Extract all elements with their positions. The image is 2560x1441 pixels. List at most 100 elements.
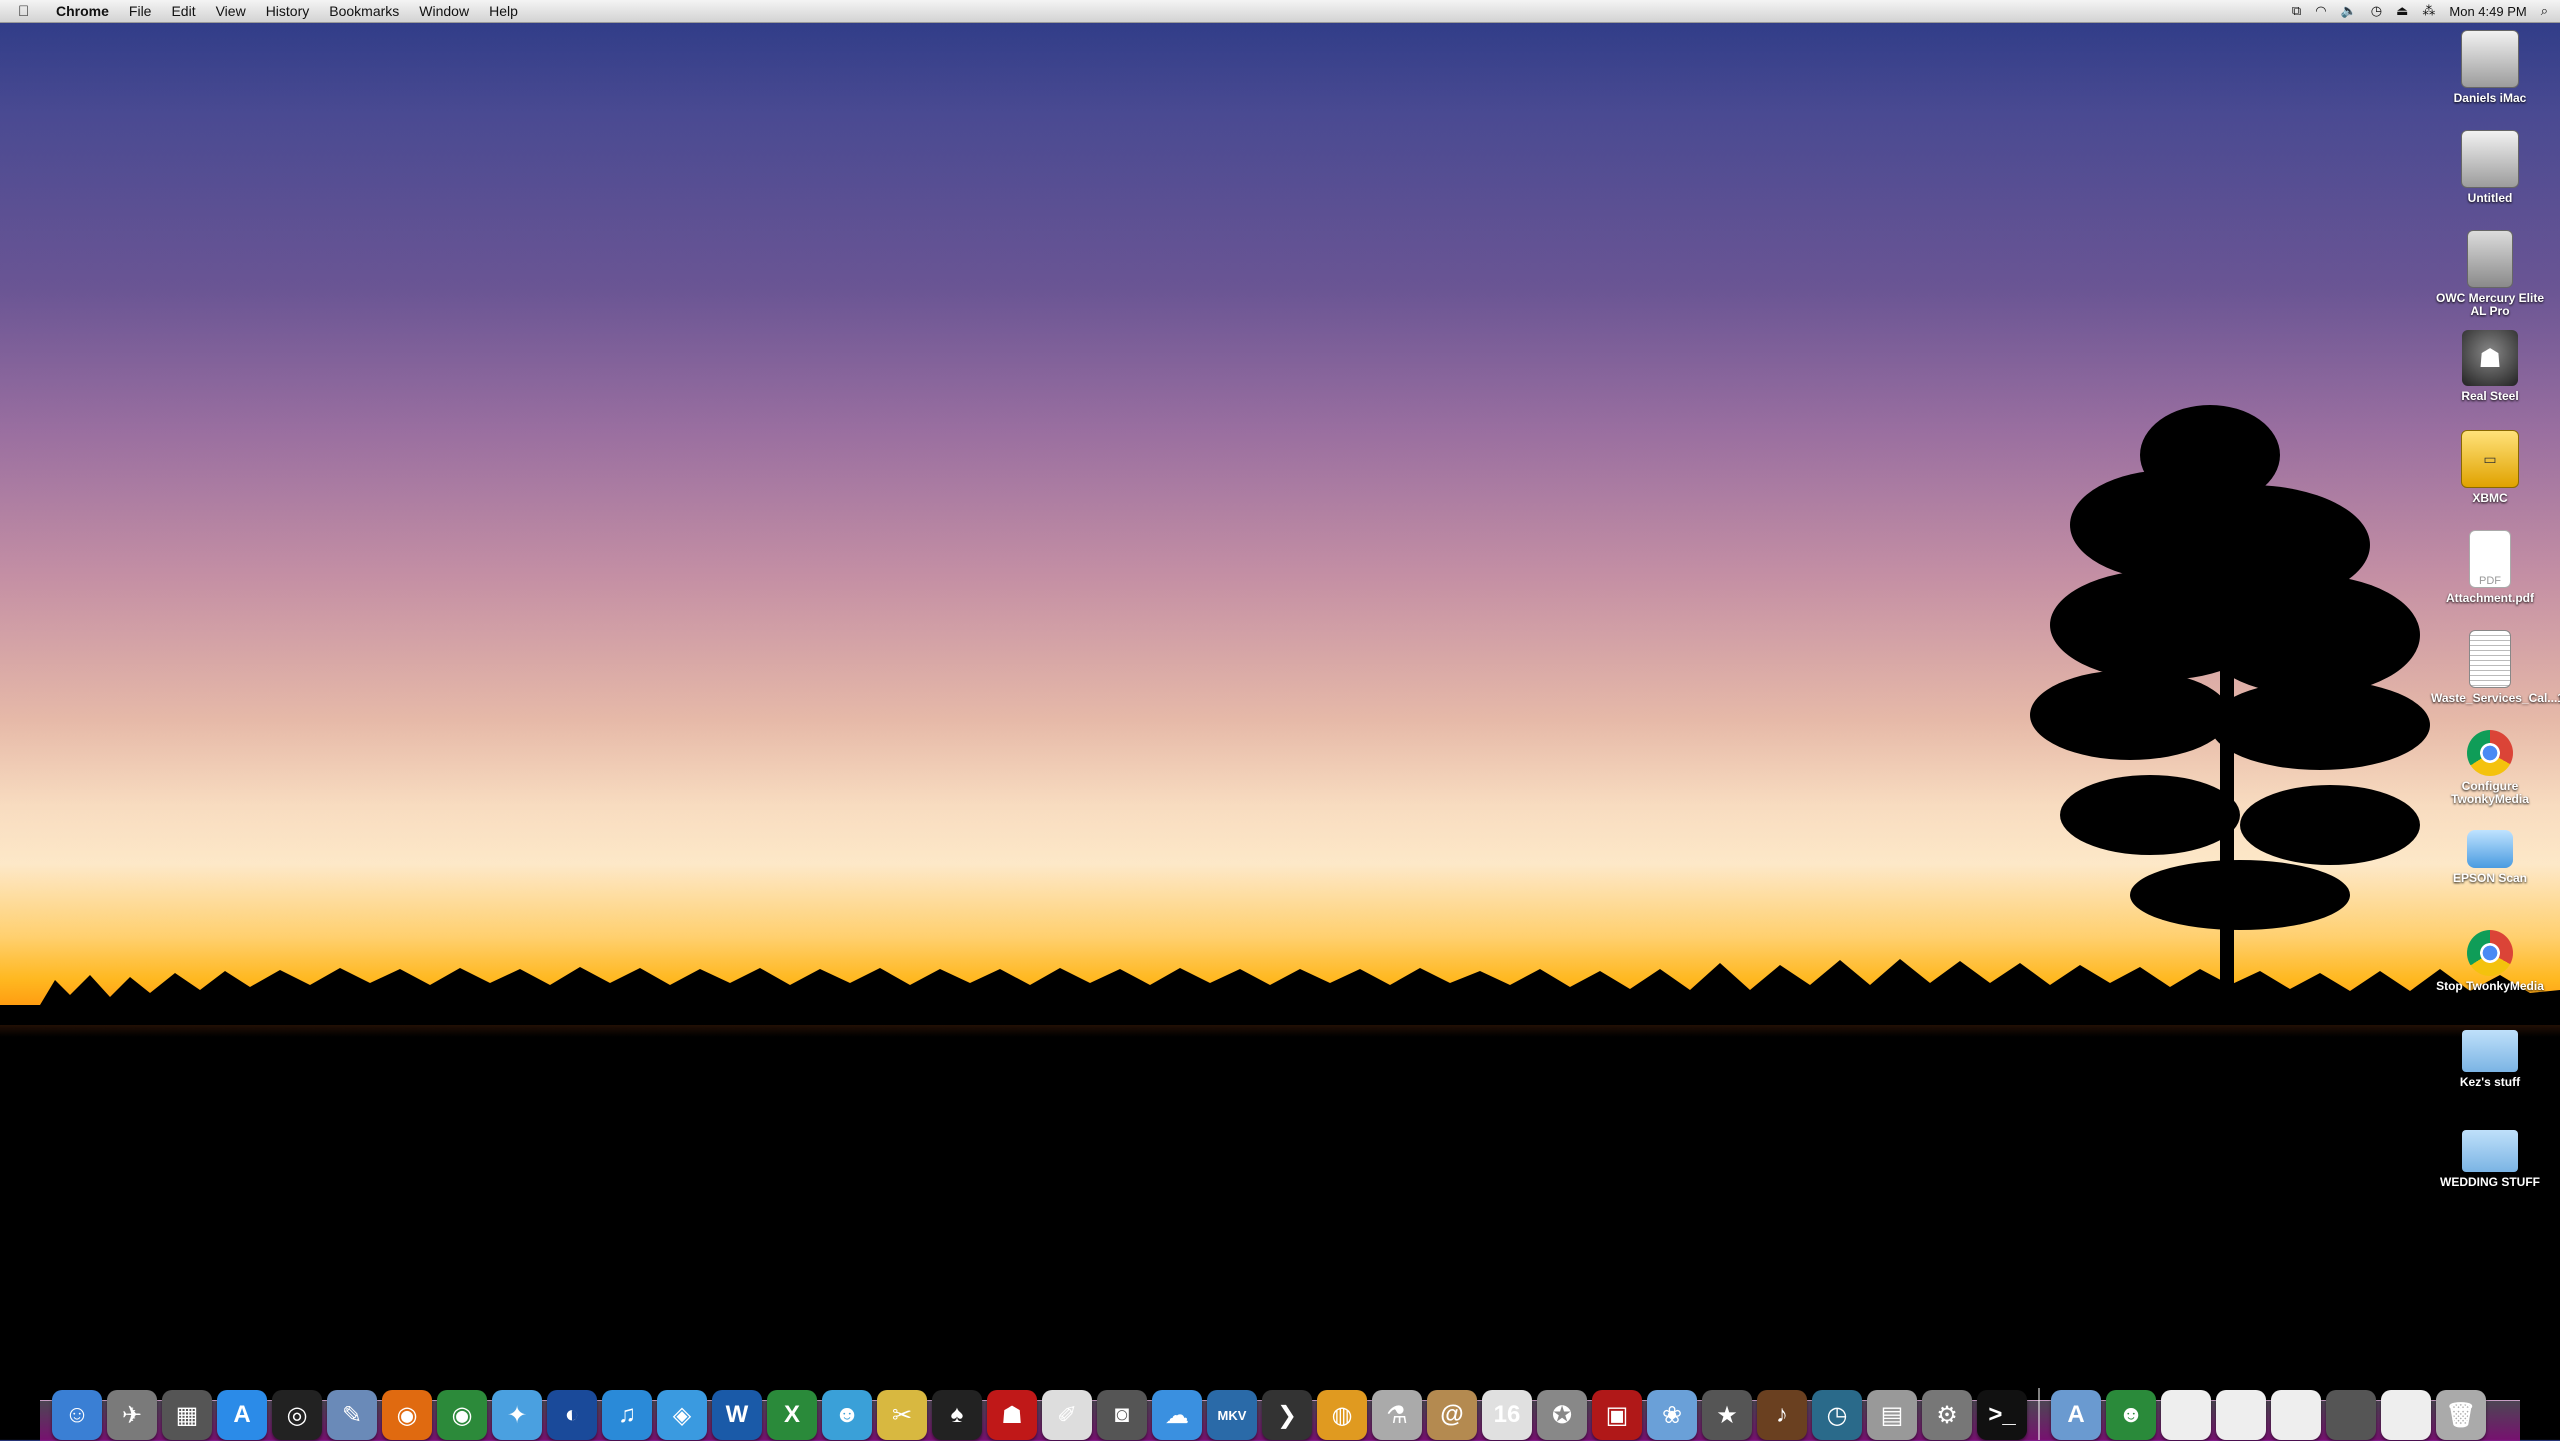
volume-icon[interactable]: 🔈 <box>2341 3 2357 19</box>
wifi-icon[interactable]: ◠ <box>2315 3 2326 19</box>
chrome-icon <box>2467 930 2513 976</box>
itunes-icon[interactable]: ♫ <box>602 1390 652 1440</box>
desktop-icon-owc-drive[interactable]: OWC Mercury Elite AL Pro <box>2430 228 2550 328</box>
menu-history[interactable]: History <box>256 3 320 19</box>
window-thumbnail-icon[interactable] <box>2381 1390 2431 1440</box>
word-icon[interactable]: W <box>712 1390 762 1440</box>
folder-icon <box>2462 1030 2518 1072</box>
desktop-icon-label: Stop TwonkyMedia <box>2436 979 2544 993</box>
menu-help[interactable]: Help <box>479 3 528 19</box>
menu-edit[interactable]: Edit <box>161 3 205 19</box>
chrome-icon[interactable]: ◉ <box>437 1390 487 1440</box>
desktop-icon-waste-services[interactable]: Waste_Services_Cal...1.pdf <box>2430 628 2560 728</box>
firefox-icon[interactable]: ◉ <box>382 1390 432 1440</box>
ical-icon[interactable]: 16 <box>1482 1390 1532 1440</box>
photo-icon[interactable]: ▣ <box>1592 1390 1642 1440</box>
window-thumbnail-icon[interactable] <box>2326 1390 2376 1440</box>
desktop-icon-label: Untitled <box>2467 191 2513 205</box>
stickies-icon[interactable]: ✂ <box>877 1390 927 1440</box>
clock[interactable]: Mon 4:49 PM <box>2449 4 2526 19</box>
desktop-icon-xbmc[interactable]: ▭ XBMC <box>2430 428 2550 528</box>
time-machine-icon[interactable]: ◷ <box>1812 1390 1862 1440</box>
calculator-icon[interactable]: ▤ <box>1867 1390 1917 1440</box>
window-thumbnail-icon[interactable] <box>2216 1390 2266 1440</box>
address-book-icon[interactable]: @ <box>1427 1390 1477 1440</box>
tree-silhouette <box>2030 405 2430 1015</box>
plex-icon[interactable]: ❯ <box>1262 1390 1312 1440</box>
time-machine-status-icon[interactable]: ◷ <box>2371 3 2382 19</box>
bluetooth-icon[interactable]: ⁂ <box>2422 3 2435 19</box>
dock: ☺ ✈ ▦ A ◎ ✎ ◉ ◉ ✦ ◐ ♫ ◈ W X ☻ ✂ ♠ ☗ ✐ ◙ ☁ MKV ❯ ◍ ⚗ @16 ✪ ▣ ❀ ★ ♪ ◷ ▤ ⚙ >_… <box>52 1358 2502 1440</box>
menu-bookmarks[interactable]: Bookmarks <box>319 3 409 19</box>
photo-booth-icon[interactable]: ✪ <box>1537 1390 1587 1440</box>
messenger-icon[interactable]: ☻ <box>822 1390 872 1440</box>
finder-icon[interactable]: ☺ <box>52 1390 102 1440</box>
facetime-icon[interactable]: ◙ <box>1097 1390 1147 1440</box>
hard-drive-icon <box>2461 30 2519 88</box>
menu-bar:  Chrome File Edit View History Bookmark… <box>0 0 2560 23</box>
desktop-icon-daniels-imac[interactable]: Daniels iMac <box>2430 28 2550 128</box>
trash-icon[interactable]: 🗑 <box>2436 1390 2486 1440</box>
ichat-icon[interactable]: ☁ <box>1152 1390 1202 1440</box>
burn-icon[interactable]: ◍ <box>1317 1390 1367 1440</box>
desktop-icon-label: WEDDING STUFF <box>2440 1175 2540 1189</box>
dock-separator <box>2038 1388 2040 1440</box>
app-store-icon[interactable]: A <box>217 1390 267 1440</box>
chrome-icon <box>2467 730 2513 776</box>
system-preferences-icon[interactable]: ⚙ <box>1922 1390 1972 1440</box>
display-mirror-icon[interactable]: ⧉ <box>2292 3 2301 19</box>
mkv-icon[interactable]: MKV <box>1207 1390 1257 1440</box>
google-earth-icon[interactable]: ◐ <box>547 1390 597 1440</box>
desktop-icon-wedding-stuff[interactable]: WEDDING STUFF <box>2430 1128 2550 1228</box>
toy-story-alien-icon[interactable]: ☻ <box>2106 1390 2156 1440</box>
desktop-icon-stop-twonky[interactable]: Stop TwonkyMedia <box>2430 928 2550 1028</box>
solitaire-icon[interactable]: ♠ <box>932 1390 982 1440</box>
desktop-icon-real-steel[interactable]: ☗ Real Steel <box>2430 328 2550 428</box>
applications-folder-icon[interactable]: A <box>2051 1390 2101 1440</box>
desktop-icon-kez-stuff[interactable]: Kez's stuff <box>2430 1028 2550 1128</box>
xbmc-icon: ▭ <box>2461 430 2519 488</box>
desktop-icon-label: Daniels iMac <box>2453 91 2527 105</box>
window-thumbnail-icon[interactable] <box>2271 1390 2321 1440</box>
garageband-icon[interactable]: ♪ <box>1757 1390 1807 1440</box>
movie-icon: ☗ <box>2462 330 2518 386</box>
textedit-icon[interactable]: ✐ <box>1042 1390 1092 1440</box>
spotlight-icon[interactable]: ⌕ <box>2541 3 2548 19</box>
desktop-icon-label: Attachment.pdf <box>2446 591 2534 605</box>
potion-icon[interactable]: ⚗ <box>1372 1390 1422 1440</box>
preview-icon[interactable]: ✎ <box>327 1390 377 1440</box>
desktop-icon-epson-scan[interactable]: EPSON Scan <box>2430 828 2550 928</box>
desktop-icon-label: Configure TwonkyMedia <box>2451 779 2529 806</box>
desktop-icon-label: OWC Mercury Elite AL Pro <box>2435 291 2545 318</box>
menu-file[interactable]: File <box>119 3 162 19</box>
spreadsheet-pdf-icon <box>2469 630 2511 688</box>
launchpad-icon[interactable]: ✈ <box>107 1390 157 1440</box>
iphoto-icon[interactable]: ❀ <box>1647 1390 1697 1440</box>
app-menu[interactable]: Chrome <box>46 3 119 19</box>
imovie-icon[interactable]: ★ <box>1702 1390 1752 1440</box>
game-icon[interactable]: ☗ <box>987 1390 1037 1440</box>
mission-control-icon[interactable]: ▦ <box>162 1390 212 1440</box>
dashboard-icon[interactable]: ◎ <box>272 1390 322 1440</box>
desktop-icons: Daniels iMac Untitled OWC Mercury Elite … <box>2430 28 2560 1228</box>
eject-icon[interactable]: ⏏ <box>2396 3 2408 19</box>
menu-view[interactable]: View <box>206 3 256 19</box>
desktop-icon-configure-twonky[interactable]: Configure TwonkyMedia <box>2430 728 2550 828</box>
desktop-icon-label: EPSON Scan <box>2452 871 2528 885</box>
status-area: ⧉ ◠ 🔈 ◷ ⏏ ⁂ Mon 4:49 PM ⌕ <box>2292 3 2560 19</box>
desktop-icon-label: Real Steel <box>2461 389 2519 403</box>
excel-icon[interactable]: X <box>767 1390 817 1440</box>
pdf-icon: PDF <box>2469 530 2511 588</box>
terminal-icon[interactable]: >_ <box>1977 1390 2027 1440</box>
desktop-icon-label: XBMC <box>2472 491 2508 505</box>
hard-drive-icon <box>2461 130 2519 188</box>
scanner-icon <box>2467 830 2513 868</box>
folder-icon <box>2462 1130 2518 1172</box>
safari-icon[interactable]: ✦ <box>492 1390 542 1440</box>
desktop-icon-untitled[interactable]: Untitled <box>2430 128 2550 228</box>
menu-window[interactable]: Window <box>409 3 479 19</box>
window-thumbnail-icon[interactable] <box>2161 1390 2211 1440</box>
desktop-icon-attachment-pdf[interactable]: PDF Attachment.pdf <box>2430 528 2550 628</box>
preview-eye-icon[interactable]: ◈ <box>657 1390 707 1440</box>
apple-menu-icon[interactable]:  <box>18 3 46 20</box>
